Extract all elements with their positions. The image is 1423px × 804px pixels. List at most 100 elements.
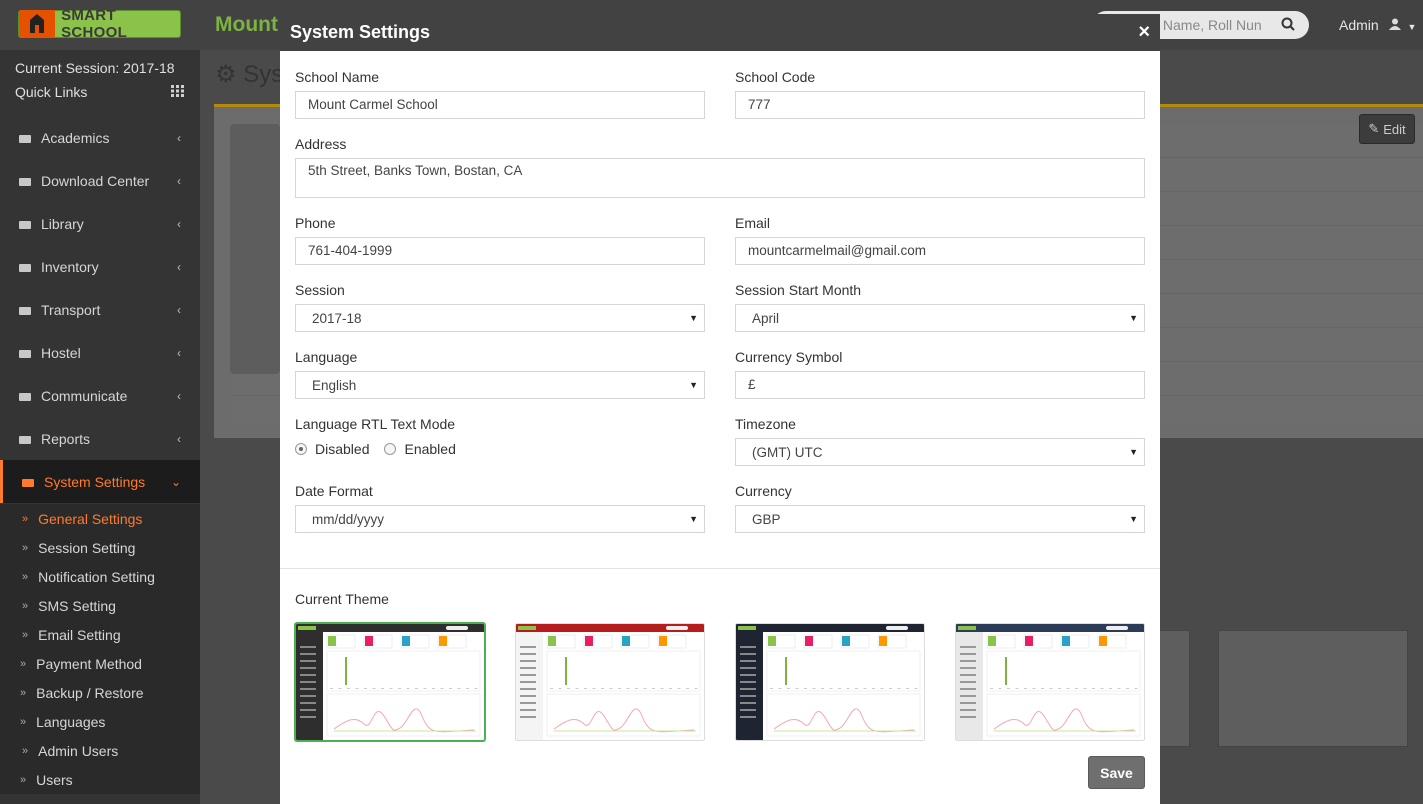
book-icon xyxy=(18,218,32,230)
session-label: Session xyxy=(295,282,345,298)
page-title-text: Sys xyxy=(243,61,284,88)
logo-text: SMART SCHOOL xyxy=(61,7,128,41)
sidebar-item-hostel[interactable]: Hostel ‹ xyxy=(0,331,200,374)
system-settings-modal: System Settings × School Name Mount Carm… xyxy=(280,14,1160,804)
phone-label: Phone xyxy=(295,215,336,231)
admin-user-menu[interactable]: Admin ▼ xyxy=(1339,17,1416,33)
sidebar-subitem-general-settings[interactable]: » General Settings xyxy=(0,504,200,533)
sidebar-item-download-center[interactable]: Download Center ‹ xyxy=(0,159,200,202)
email-input[interactable]: mountcarmelmail@gmail.com xyxy=(735,237,1145,265)
currency-select[interactable]: GBP ▼ xyxy=(735,505,1145,533)
rtl-disabled-radio[interactable] xyxy=(295,443,307,455)
double-chevron-right-icon: » xyxy=(22,512,29,525)
grid-icon[interactable] xyxy=(171,84,184,100)
sidebar-subitem-session-setting[interactable]: » Session Setting xyxy=(0,533,200,562)
close-icon[interactable]: × xyxy=(1138,22,1150,42)
language-select[interactable]: English ▼ xyxy=(295,371,705,399)
rtl-enabled-radio[interactable] xyxy=(384,443,397,455)
sidebar-subitem-label: Notification Setting xyxy=(38,568,155,585)
theme-option-red[interactable] xyxy=(515,623,705,741)
double-chevron-right-icon: » xyxy=(20,715,27,728)
edit-button[interactable]: ✎ Edit xyxy=(1359,114,1415,144)
sidebar-subitem-label: Languages xyxy=(36,713,106,730)
timezone-label: Timezone xyxy=(735,416,796,432)
caret-down-icon: ▼ xyxy=(1407,22,1417,32)
logo-area: SMART SCHOOL xyxy=(0,0,200,50)
save-button[interactable]: Save xyxy=(1088,756,1145,789)
double-chevron-right-icon: » xyxy=(20,657,27,670)
language-label: Language xyxy=(295,349,358,365)
caret-down-icon: ▼ xyxy=(689,514,698,524)
bus-icon xyxy=(18,304,32,316)
line-chart-icon xyxy=(18,433,32,445)
session-start-month-select[interactable]: April ▼ xyxy=(735,304,1145,332)
caret-down-icon: ▼ xyxy=(1129,447,1138,457)
theme-option-dark[interactable] xyxy=(735,623,925,741)
quick-links[interactable]: Quick Links xyxy=(15,84,87,100)
sidebar-subitem-admin-users[interactable]: » Admin Users xyxy=(0,736,200,765)
app-logo[interactable]: SMART SCHOOL xyxy=(18,7,181,41)
sidebar-item-communicate[interactable]: Communicate ‹ xyxy=(0,374,200,417)
rtl-disabled-label: Disabled xyxy=(315,441,370,457)
double-chevron-right-icon: » xyxy=(22,744,29,757)
sidebar-item-reports[interactable]: Reports ‹ xyxy=(0,417,200,460)
sidebar-subitem-backup-restore[interactable]: » Backup / Restore xyxy=(0,678,200,707)
building-icon xyxy=(18,347,32,359)
sidebar-item-label: Hostel xyxy=(41,344,81,361)
sidebar-item-system-settings[interactable]: System Settings ⌄ xyxy=(0,460,200,503)
sidebar-item-label: Library xyxy=(41,215,84,232)
rtl-mode-label: Language RTL Text Mode xyxy=(295,416,456,432)
theme-option-green[interactable] xyxy=(295,623,485,741)
sidebar-subitem-sms-setting[interactable]: » SMS Setting xyxy=(0,591,200,620)
currency-symbol-input[interactable]: £ xyxy=(735,371,1145,399)
sidebar-subitem-languages[interactable]: » Languages xyxy=(0,707,200,736)
sidebar-subitem-label: Session Setting xyxy=(38,539,136,556)
sidebar-item-label: Reports xyxy=(41,430,91,447)
date-format-label: Date Format xyxy=(295,483,373,499)
double-chevron-right-icon: » xyxy=(20,773,27,786)
chevron-left-icon: ‹ xyxy=(177,259,181,274)
chevron-left-icon: ‹ xyxy=(177,216,181,231)
phone-input[interactable]: 761-404-1999 xyxy=(295,237,705,265)
chevron-left-icon: ‹ xyxy=(177,345,181,360)
session-value: 2017-18 xyxy=(312,311,362,326)
currency-label: Currency xyxy=(735,483,792,499)
chevron-left-icon: ‹ xyxy=(177,388,181,403)
sidebar-item-inventory[interactable]: Inventory ‹ xyxy=(0,245,200,288)
date-format-select[interactable]: mm/dd/yyyy ▼ xyxy=(295,505,705,533)
sidebar-subitem-label: Email Setting xyxy=(38,626,121,643)
inventory-icon xyxy=(18,261,32,273)
sidebar-item-library[interactable]: Library ‹ xyxy=(0,202,200,245)
sidebar-item-transport[interactable]: Transport ‹ xyxy=(0,288,200,331)
search-icon[interactable] xyxy=(1281,17,1295,34)
sidebar-subitem-email-setting[interactable]: » Email Setting xyxy=(0,620,200,649)
user-icon xyxy=(1388,17,1405,33)
theme-option-blue[interactable] xyxy=(955,623,1145,741)
admin-name: Admin xyxy=(1339,17,1379,33)
edit-label: Edit xyxy=(1383,121,1406,137)
sidebar-item-label: Inventory xyxy=(41,258,99,275)
chevron-left-icon: ‹ xyxy=(177,302,181,317)
bg-theme-thumbnail xyxy=(1218,630,1408,747)
sidebar-subitem-users[interactable]: » Users xyxy=(0,765,200,794)
address-label: Address xyxy=(295,136,347,152)
sidebar-item-academics[interactable]: Academics ‹ xyxy=(0,116,200,159)
school-name-input[interactable]: Mount Carmel School xyxy=(295,91,705,119)
caret-down-icon: ▼ xyxy=(1129,313,1138,323)
address-textarea[interactable]: 5th Street, Banks Town, Bostan, CA xyxy=(295,158,1145,198)
search-placeholder: y Name, Roll Nun xyxy=(1152,17,1262,33)
double-chevron-right-icon: » xyxy=(22,570,29,583)
language-value: English xyxy=(312,378,357,393)
timezone-select[interactable]: (GMT) UTC ▼ xyxy=(735,438,1145,466)
caret-down-icon: ▼ xyxy=(689,380,698,390)
sidebar-subitem-label: Payment Method xyxy=(36,655,142,672)
double-chevron-right-icon: » xyxy=(22,541,29,554)
school-logo-image xyxy=(230,124,280,374)
email-label: Email xyxy=(735,215,771,231)
currency-symbol-label: Currency Symbol xyxy=(735,349,843,365)
sidebar-subitem-notification-setting[interactable]: » Notification Setting xyxy=(0,562,200,591)
school-code-input[interactable]: 777 xyxy=(735,91,1145,119)
sidebar-subitem-payment-method[interactable]: » Payment Method xyxy=(0,649,200,678)
chevron-left-icon: ‹ xyxy=(177,173,181,188)
session-select[interactable]: 2017-18 ▼ xyxy=(295,304,705,332)
